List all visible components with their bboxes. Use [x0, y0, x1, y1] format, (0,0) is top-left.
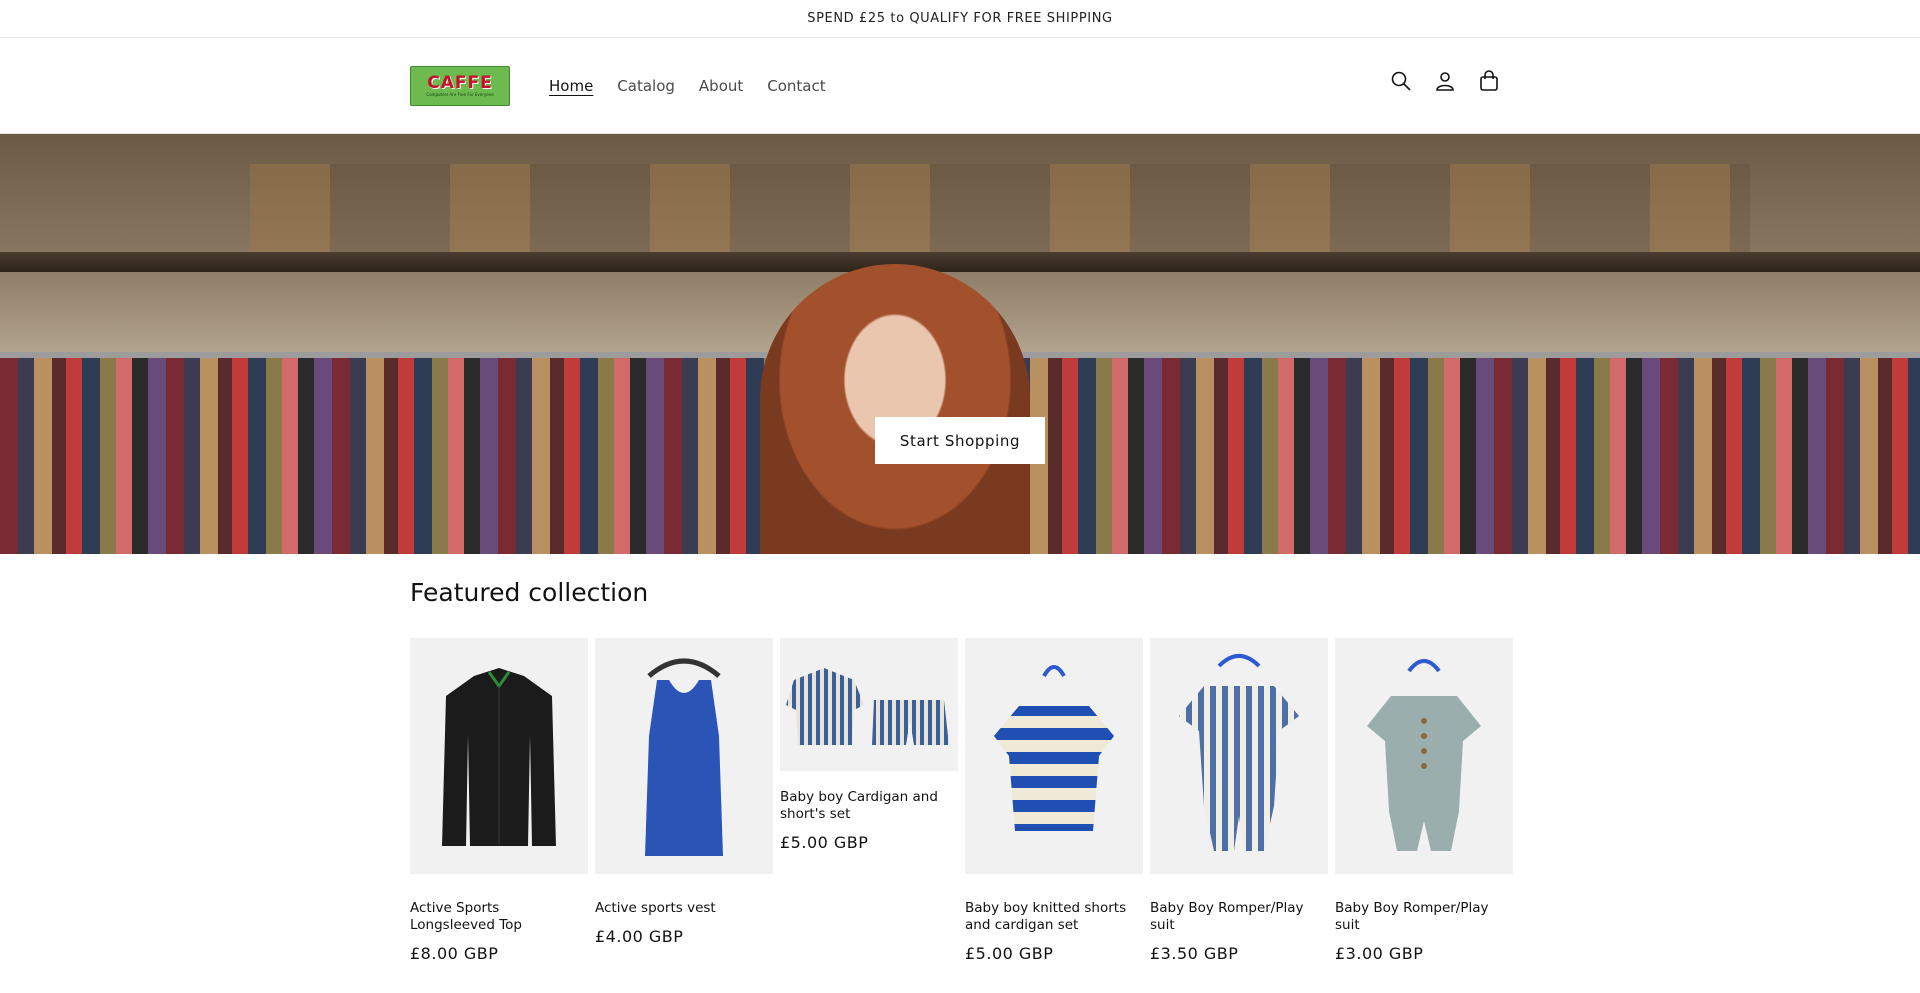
nav-home[interactable]: Home [549, 77, 593, 95]
product-card[interactable]: Baby Boy Romper/Play suit £3.50 GBP [1150, 638, 1328, 963]
logo-word: CAFFE [427, 73, 493, 93]
product-name[interactable]: Baby boy knitted shorts and cardigan set [965, 900, 1143, 934]
nav-about[interactable]: About [699, 77, 743, 95]
product-image[interactable] [595, 638, 773, 874]
product-price: £8.00 GBP [410, 944, 499, 963]
product-name[interactable]: Active sports vest [595, 900, 773, 917]
announcement-bar: SPEND £25 to QUALIFY FOR FREE SHIPPING [0, 0, 1920, 38]
nav-contact[interactable]: Contact [767, 77, 825, 95]
product-price: £3.50 GBP [1150, 944, 1239, 963]
product-image[interactable] [410, 638, 588, 874]
hero-shelf [0, 252, 1920, 272]
announcement-text: SPEND £25 to QUALIFY FOR FREE SHIPPING [807, 11, 1113, 26]
product-name[interactable]: Baby Boy Romper/Play suit [1150, 900, 1328, 934]
product-price: £5.00 GBP [965, 944, 1054, 963]
hero-shelf-objects [250, 164, 1750, 254]
cart-icon[interactable] [1478, 70, 1500, 92]
product-name[interactable]: Active Sports Longsleeved Top [410, 900, 588, 934]
product-card[interactable]: Active Sports Longsleeved Top £8.00 GBP [410, 638, 588, 963]
product-price: £5.00 GBP [780, 833, 869, 852]
hero-banner: Start Shopping [0, 134, 1920, 554]
product-image[interactable] [965, 638, 1143, 874]
hero-person [760, 264, 1030, 554]
product-name[interactable]: Baby boy Cardigan and short's set [780, 789, 958, 823]
product-price: £3.00 GBP [1335, 944, 1424, 963]
product-image[interactable] [1150, 638, 1328, 874]
main-nav: Home Catalog About Contact [549, 38, 850, 134]
product-card[interactable]: Baby boy Cardigan and short's set £5.00 … [780, 638, 958, 963]
account-icon[interactable] [1434, 70, 1456, 92]
product-image[interactable] [780, 638, 958, 771]
product-card[interactable]: Baby boy knitted shorts and cardigan set… [965, 638, 1143, 963]
product-card[interactable]: Baby Boy Romper/Play suit £3.00 GBP [1335, 638, 1513, 963]
product-name[interactable]: Baby Boy Romper/Play suit [1335, 900, 1513, 934]
logo-tagline: Computers Are Free For Everyone [426, 92, 494, 97]
search-icon[interactable] [1390, 70, 1412, 92]
featured-collection-title: Featured collection [410, 578, 649, 607]
product-image[interactable] [1335, 638, 1513, 874]
nav-catalog[interactable]: Catalog [617, 77, 675, 95]
featured-collection: Featured collection [410, 578, 1510, 607]
store-logo[interactable]: CAFFE Computers Are Free For Everyone [410, 66, 510, 106]
product-price: £4.00 GBP [595, 927, 684, 946]
start-shopping-button[interactable]: Start Shopping [875, 417, 1045, 464]
product-card[interactable]: Active sports vest £4.00 GBP [595, 638, 773, 963]
product-grid: Active Sports Longsleeved Top £8.00 GBP … [410, 638, 1513, 963]
header-icons [1390, 70, 1500, 92]
site-header: CAFFE Computers Are Free For Everyone Ho… [0, 38, 1920, 134]
